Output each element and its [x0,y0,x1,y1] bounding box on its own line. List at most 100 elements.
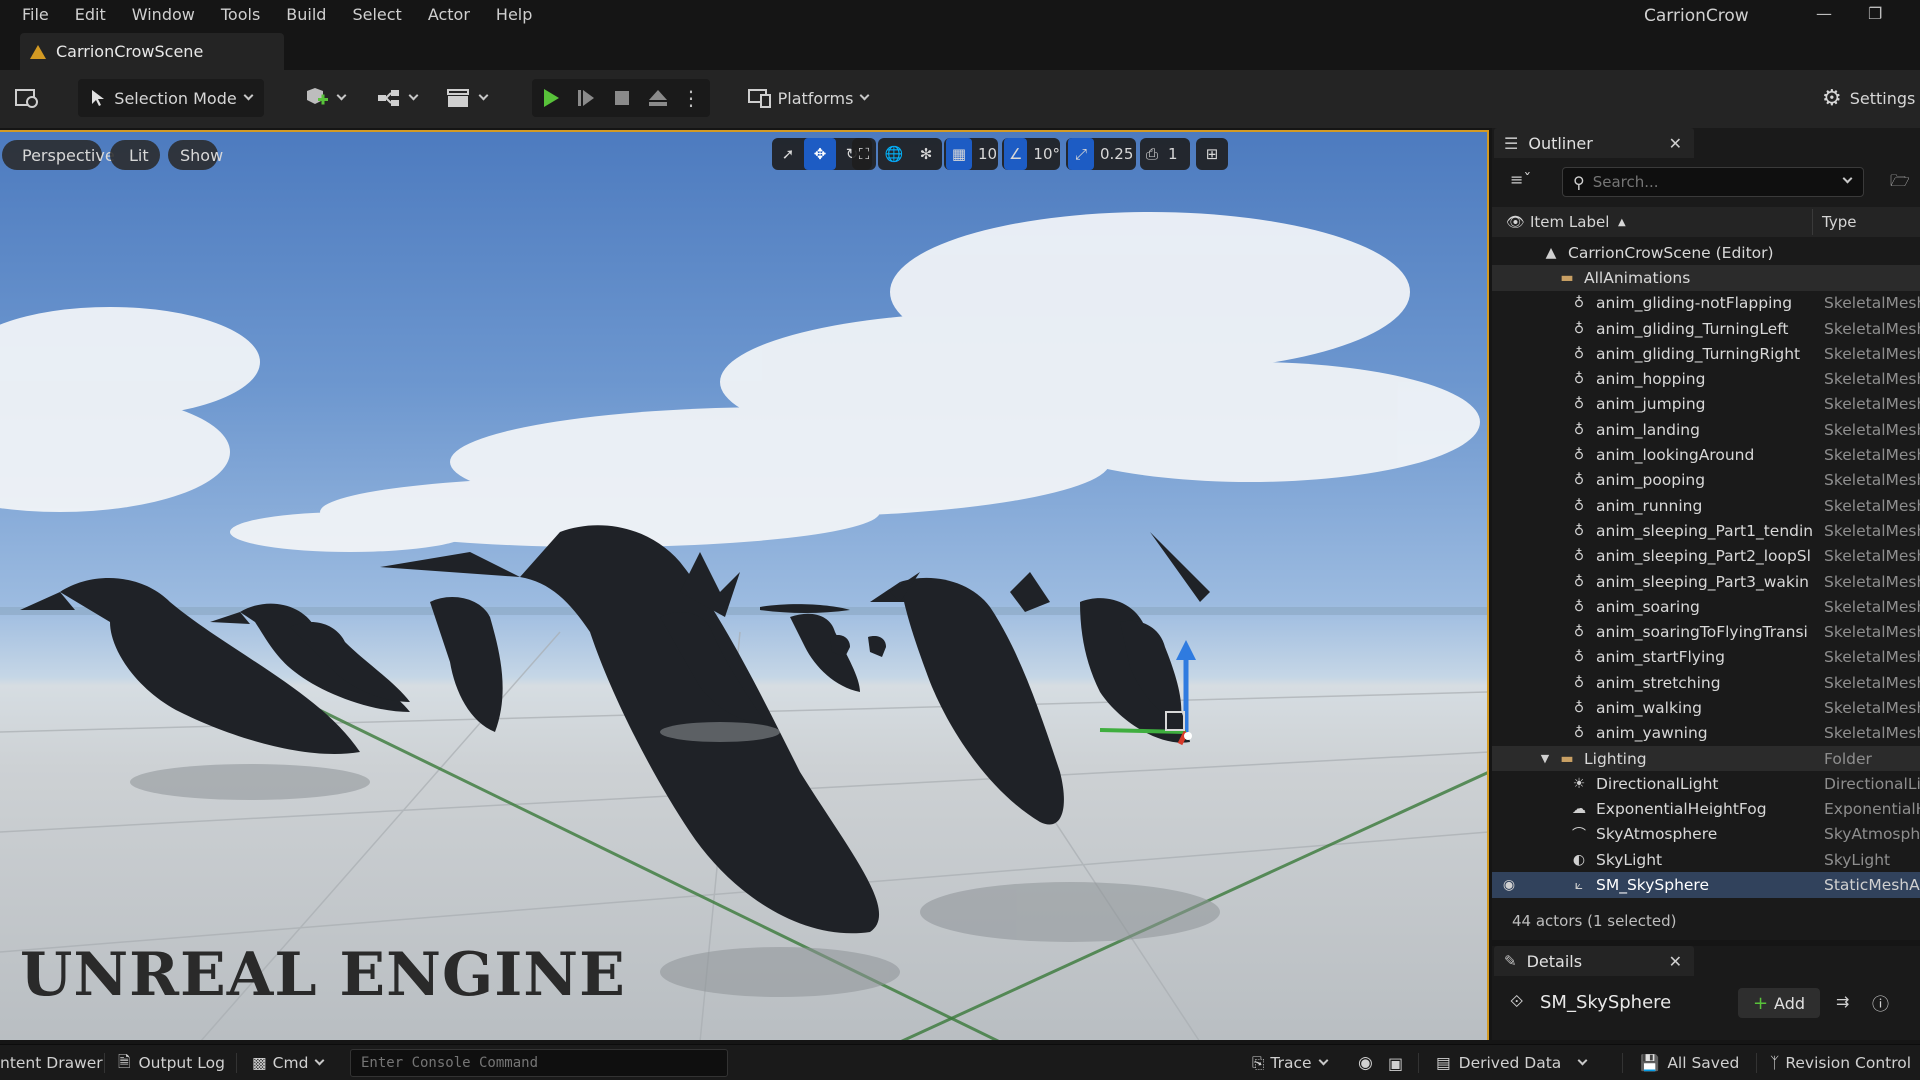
menu-build[interactable]: Build [273,0,339,30]
outliner-row[interactable]: ♁ anim_lookingAround SkeletalMesh [1492,442,1920,467]
revision-control-button[interactable]: ᛉ Revision Control [1770,1045,1911,1080]
select-tool-icon[interactable]: ➚ [772,138,804,170]
menu-tools[interactable]: Tools [208,0,273,30]
outliner-item-label: anim_gliding_TurningLeft [1596,319,1789,338]
outliner-folder-row[interactable]: ▬ AllAnimations [1492,265,1920,291]
view-mode-button[interactable]: Lit [110,140,160,170]
outliner-folder-row[interactable]: ▼ ▬ Lighting Folder [1492,745,1920,772]
camera-speed-button[interactable]: ⎙ 1 [1140,138,1190,170]
menu-help[interactable]: Help [483,0,545,30]
outliner-row[interactable]: ♁ anim_yawning SkeletalMesh [1492,721,1920,746]
output-log-button[interactable]: 🗎 Output Log [118,1045,225,1080]
col-item-label[interactable]: Item Label [1530,213,1609,231]
play-options-icon[interactable]: ⋮ [676,79,706,117]
outliner-row[interactable]: ♁ anim_pooping SkeletalMesh [1492,468,1920,493]
outliner-item-label: SM_SkySphere [1596,876,1710,895]
trace-dropdown[interactable]: ⎘ Trace [1252,1045,1328,1080]
outliner-row[interactable]: ☁ ExponentialHeightFog ExponentialH [1492,797,1920,822]
outliner-row[interactable]: ♁ anim_landing SkeletalMesh [1492,417,1920,442]
outliner-row[interactable]: ⌒ SkyAtmosphere SkyAtmosphe [1492,822,1920,847]
menu-edit[interactable]: Edit [62,0,119,30]
play-button[interactable] [532,79,570,117]
advance-frame-button[interactable] [568,79,604,117]
menu-file[interactable]: File [0,0,62,30]
chevron-down-icon[interactable] [1842,173,1853,184]
cinematics-button[interactable] [440,79,492,117]
move-tool-icon[interactable]: ✥ [804,138,836,170]
level-viewport[interactable]: Perspective Lit Show ➚ ✥ ↻ ⛶ 🌐 ✻ ▦ 10 ∠ … [0,130,1489,1040]
show-button[interactable]: Show [168,140,223,170]
restore-icon[interactable]: ❐ [1868,4,1882,23]
scale-tool-icon[interactable]: ⛶ [852,138,876,170]
menu-select[interactable]: Select [339,0,414,30]
col-type[interactable]: Type [1822,213,1856,231]
console-input[interactable] [361,1055,711,1071]
close-icon[interactable]: ✕ [1669,952,1682,971]
world-space-icon[interactable]: 🌐 [878,138,910,170]
expand-arrow-icon[interactable]: ▼ [1536,750,1554,768]
outliner-row[interactable]: ♁ anim_hopping SkeletalMesh [1492,366,1920,391]
outliner-row[interactable]: ▲ CarrionCrowScene (Editor) [1492,240,1920,265]
console-command-field[interactable] [350,1049,728,1077]
outliner-row[interactable]: ♁ anim_running SkeletalMesh [1492,493,1920,518]
outliner-row[interactable]: ♁ anim_gliding_TurningRight SkeletalMesh [1492,341,1920,366]
scale-snap-toggle[interactable]: ⤢ 0.25 [1066,138,1136,170]
selection-mode-dropdown[interactable]: Selection Mode [78,79,264,117]
layout-button[interactable]: ⊞ [1196,138,1228,170]
visibility-eye-icon[interactable]: 👁 [1506,213,1525,231]
outliner-row[interactable]: ♁ anim_soaring SkeletalMesh [1492,594,1920,619]
add-actor-button[interactable] [298,79,350,117]
add-component-button[interactable]: + Add [1738,988,1820,1018]
menu-actor[interactable]: Actor [415,0,483,30]
outliner-item-type: SkeletalMesh [1824,344,1920,363]
menu-window[interactable]: Window [119,0,208,30]
outliner-item-type: SkeletalMesh [1824,370,1920,389]
filter-icon[interactable]: ≡ˇ [1510,170,1531,189]
search-input[interactable] [1592,173,1833,191]
screenshot-icon[interactable]: ▣ [1388,1045,1403,1080]
outliner-row[interactable]: ♁ anim_soaringToFlyingTransi SkeletalMesh [1492,619,1920,644]
level-tab[interactable]: CarrionCrowScene [20,33,284,70]
help-icon[interactable]: ⓘ [1872,990,1889,1015]
blueprint-convert-icon[interactable]: ⇉ [1836,992,1849,1011]
outliner-row[interactable]: ♁ anim_gliding-notFlapping SkeletalMesh [1492,291,1920,316]
perspective-label: Perspective [22,145,115,165]
outliner-row[interactable]: ◐ SkyLight SkyLight [1492,847,1920,872]
outliner-row[interactable]: ♁ anim_startFlying SkeletalMesh [1492,645,1920,670]
outliner-row[interactable]: ☀ DirectionalLight DirectionalLig [1492,771,1920,796]
rotation-snap-toggle[interactable]: ∠ 10° [1002,138,1060,170]
outliner-tab[interactable]: ☰ Outliner ✕ [1494,128,1694,158]
outliner-row[interactable]: ♁ anim_sleeping_Part1_tendin SkeletalMesh [1492,518,1920,543]
minimize-icon[interactable]: — [1816,4,1832,23]
content-drawer-button[interactable]: ntent Drawer [0,1045,103,1080]
outliner-row[interactable]: ♁ anim_gliding_TurningLeft SkeletalMesh [1492,316,1920,341]
close-icon[interactable]: ✕ [1669,134,1682,153]
outliner-row[interactable]: ♁ anim_sleeping_Part3_wakin SkeletalMesh [1492,569,1920,594]
grid-snap-toggle[interactable]: ▦ 10 [944,138,998,170]
cmd-dropdown[interactable]: ▩ Cmd [252,1045,325,1080]
perspective-button[interactable]: Perspective [2,140,115,170]
surface-snap-icon[interactable]: ✻ [910,138,942,170]
stop-button[interactable] [604,79,640,117]
settings-button[interactable]: ⚙ Settings [1822,79,1920,117]
add-folder-icon[interactable]: 🗁 [1890,170,1910,197]
trace-icon: ⎘ [1252,1053,1265,1072]
coordinate-tools: 🌐 ✻ [878,138,942,170]
blueprints-button[interactable] [370,79,422,117]
outliner-search[interactable]: ⚲ [1562,167,1864,197]
visibility-eye-icon[interactable]: ◉ [1500,876,1518,894]
details-tab[interactable]: ✎ Details ✕ [1494,946,1694,976]
outliner-row[interactable]: ♁ anim_sleeping_Part2_loopSl SkeletalMesh [1492,544,1920,569]
platforms-dropdown[interactable]: Platforms [746,79,870,117]
eject-button[interactable] [640,79,676,117]
derived-data-dropdown[interactable]: ▤ Derived Data [1436,1045,1588,1080]
outliner-item-label: ExponentialHeightFog [1596,800,1767,819]
outliner-row[interactable]: ♁ anim_stretching SkeletalMesh [1492,670,1920,695]
outliner-row[interactable]: ◉ ⟀ SM_SkySphere StaticMeshAc [1492,872,1920,898]
outliner-row[interactable]: ♁ anim_walking SkeletalMesh [1492,695,1920,720]
save-all-button[interactable]: 💾 All Saved [1640,1045,1739,1080]
outliner-row[interactable]: ♁ anim_jumping SkeletalMesh [1492,392,1920,417]
derived-data-label: Derived Data [1458,1054,1562,1072]
record-icon[interactable]: ◉ [1358,1045,1373,1080]
save-level-button[interactable] [10,79,44,117]
